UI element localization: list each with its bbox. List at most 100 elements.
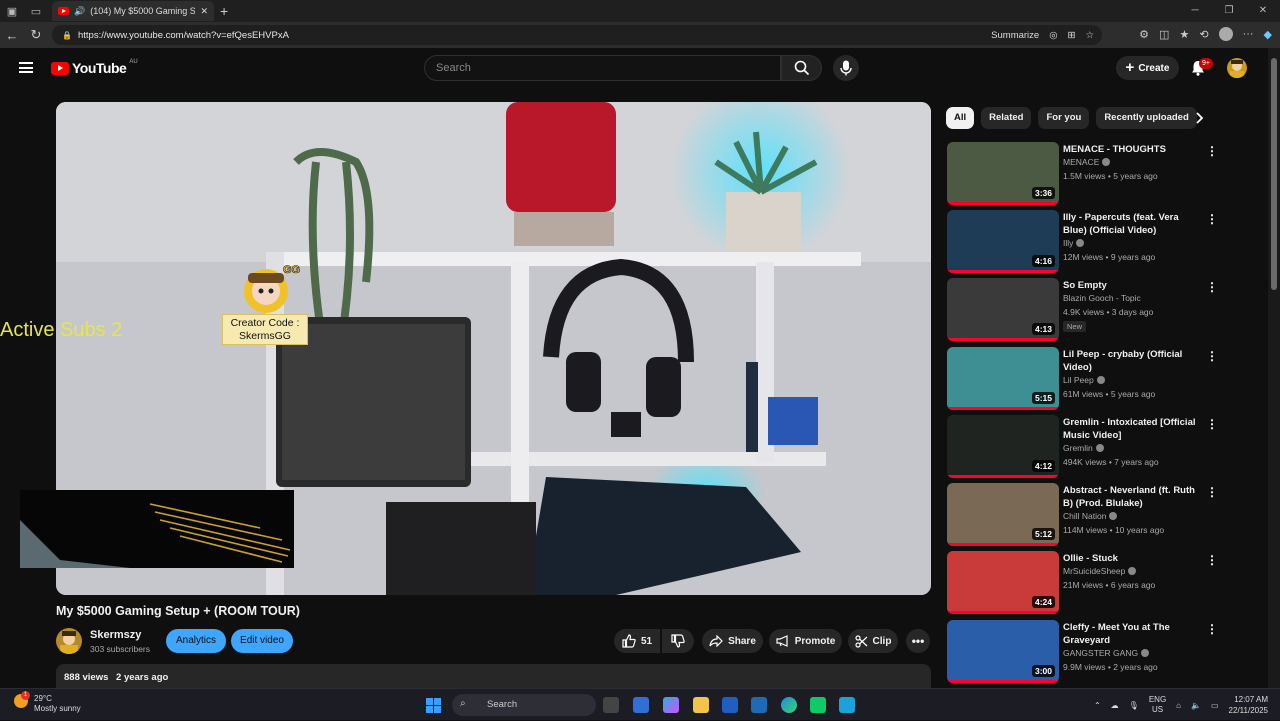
recommendation-item[interactable]: 4:13 So Empty Blazin Gooch - Topic 4.9K vie… <box>947 278 1218 342</box>
file-explorer-icon[interactable] <box>693 697 709 713</box>
more-vertical-icon[interactable]: ⋮ <box>1206 417 1218 431</box>
favorite-star-icon[interactable]: ☆ <box>1085 30 1094 41</box>
video-thumbnail[interactable]: 4:16 <box>947 210 1059 273</box>
create-button[interactable]: + Create <box>1116 56 1179 80</box>
microphone-tray-icon[interactable]: 🎙 <box>1129 701 1139 710</box>
battery-icon[interactable]: ▭ <box>1211 701 1219 710</box>
refresh-icon[interactable]: ↻ <box>24 27 48 43</box>
edit-video-button[interactable]: Edit video <box>231 629 293 653</box>
recommendation-channel[interactable]: Gremlin <box>1063 443 1104 453</box>
more-vertical-icon[interactable]: ⋮ <box>1206 212 1218 226</box>
channel-avatar[interactable] <box>56 628 82 654</box>
recommendation-title[interactable]: Gremlin - Intoxicated [Official Music Vi… <box>1063 416 1201 442</box>
recommendation-channel[interactable]: Blazin Gooch - Topic <box>1063 293 1141 303</box>
chip-related[interactable]: Related <box>981 107 1032 129</box>
back-icon[interactable]: ← <box>0 28 24 43</box>
search-button[interactable] <box>781 55 822 81</box>
analytics-button[interactable]: Analytics <box>166 629 226 653</box>
video-thumbnail[interactable]: 5:15 <box>947 347 1059 410</box>
more-vertical-icon[interactable]: ⋮ <box>1206 349 1218 363</box>
recommendation-channel[interactable]: Illy <box>1063 238 1085 248</box>
tab-actions-icon[interactable]: ▭ <box>24 0 48 22</box>
summarize-button[interactable]: Summarize <box>991 30 1039 41</box>
volume-icon[interactable]: 🔈 <box>1191 701 1201 710</box>
more-vertical-icon[interactable]: ⋮ <box>1206 280 1218 294</box>
youtube-logo[interactable]: YouTube AU <box>51 59 138 76</box>
chip-for-you[interactable]: For you <box>1038 107 1090 129</box>
taskbar-search[interactable]: Search <box>452 694 596 716</box>
address-bar[interactable]: 🔒 https://www.youtube.com/watch?v=efQesE… <box>52 25 1102 45</box>
recommendation-channel[interactable]: GANGSTER GANG <box>1063 648 1150 658</box>
recommendation-item[interactable]: 4:16 Illy - Papercuts (feat. Vera Blue) (… <box>947 210 1218 274</box>
cloud-icon[interactable]: ☁ <box>1111 701 1119 710</box>
recommendation-item[interactable]: 3:36 MENACE - THOUGHTS MENACE 1.5M views • … <box>947 142 1218 206</box>
recommendation-title[interactable]: Lil Peep - crybaby (Official Video) <box>1063 348 1201 374</box>
history-icon[interactable]: ⟲ <box>1199 28 1208 41</box>
extensions-icon[interactable]: ⚙ <box>1139 28 1149 41</box>
recommendation-title[interactable]: Ollie - Stuck <box>1063 552 1201 565</box>
chip-recently-uploaded[interactable]: Recently uploaded <box>1096 107 1197 129</box>
recommendation-title[interactable]: So Empty <box>1063 279 1201 292</box>
more-vertical-icon[interactable]: ⋮ <box>1206 553 1218 567</box>
video-thumbnail[interactable]: 4:12 <box>947 415 1059 478</box>
new-tab-button[interactable]: + <box>220 3 228 19</box>
weather-widget[interactable]: 1 29°C Mostly sunny <box>14 691 81 714</box>
video-thumbnail[interactable]: 3:36 <box>947 142 1059 205</box>
close-window-button[interactable]: ✕ <box>1246 0 1280 22</box>
recommendation-title[interactable]: Illy - Papercuts (feat. Vera Blue) (Offi… <box>1063 211 1201 237</box>
language-indicator[interactable]: ENG US <box>1149 695 1166 715</box>
maximize-button[interactable]: ❐ <box>1212 0 1246 22</box>
video-thumbnail[interactable]: 4:24 <box>947 551 1059 614</box>
recommendation-channel[interactable]: Chill Nation <box>1063 511 1118 521</box>
minimize-button[interactable]: ─ <box>1178 0 1212 22</box>
browser-tab[interactable]: 🔊 (104) My $5000 Gaming Setu ✕ <box>52 1 214 21</box>
more-actions-button[interactable]: ••• <box>906 629 930 653</box>
scrollbar-thumb[interactable] <box>1271 58 1277 290</box>
video-thumbnail[interactable]: 3:00 <box>947 620 1059 683</box>
split-screen-icon[interactable]: ◫ <box>1159 28 1169 41</box>
recommendation-channel[interactable]: MrSuicideSheep <box>1063 566 1137 576</box>
recommendation-item[interactable]: 5:15 Lil Peep - crybaby (Official Video) L… <box>947 347 1218 411</box>
more-vertical-icon[interactable]: ⋮ <box>1206 622 1218 636</box>
like-button[interactable]: 51 <box>614 629 660 653</box>
recommendation-item[interactable]: 5:12 Abstract - Neverland (ft. Ruth B) (P… <box>947 483 1218 547</box>
read-aloud-icon[interactable]: ◎ <box>1049 30 1057 41</box>
user-avatar[interactable] <box>1227 58 1247 78</box>
voice-search-button[interactable] <box>833 55 859 81</box>
copilot-app-icon[interactable] <box>663 697 679 713</box>
network-icon[interactable]: ⌂ <box>1176 701 1181 710</box>
tray-overflow-icon[interactable]: ⌃ <box>1094 701 1101 710</box>
app-icon-blue[interactable] <box>839 697 855 713</box>
recommendation-title[interactable]: Cleffy - Meet You at The Graveyard <box>1063 621 1201 647</box>
close-tab-icon[interactable]: ✕ <box>200 6 208 17</box>
windows-start-icon[interactable] <box>426 698 441 713</box>
recommendation-channel[interactable]: MENACE <box>1063 157 1111 167</box>
promote-button[interactable]: Promote <box>769 629 842 653</box>
photos-icon[interactable] <box>751 697 767 713</box>
workspaces-icon[interactable]: ▣ <box>0 0 24 22</box>
app-available-icon[interactable]: ⊞ <box>1068 30 1076 41</box>
recommendation-item[interactable]: 4:24 Ollie - Stuck MrSuicideSheep 21M views… <box>947 551 1218 615</box>
more-vertical-icon[interactable]: ⋮ <box>1206 485 1218 499</box>
chevron-right-icon[interactable] <box>1192 111 1206 125</box>
video-thumbnail[interactable]: 5:12 <box>947 483 1059 546</box>
recommendation-title[interactable]: Abstract - Neverland (ft. Ruth B) (Prod.… <box>1063 484 1201 510</box>
chip-all[interactable]: All <box>946 107 975 129</box>
more-vertical-icon[interactable]: ⋮ <box>1206 144 1218 158</box>
dislike-button[interactable] <box>662 629 694 653</box>
share-button[interactable]: Share <box>702 629 763 653</box>
recommendation-channel[interactable]: Lil Peep <box>1063 375 1105 385</box>
clock[interactable]: 12:07 AM 22/11/2025 <box>1229 694 1268 716</box>
recommendation-item[interactable]: 3:00 Cleffy - Meet You at The Graveyard GA… <box>947 620 1218 684</box>
app-icon-green[interactable] <box>810 697 826 713</box>
store-icon[interactable] <box>722 697 738 713</box>
clip-button[interactable]: Clip <box>848 629 898 653</box>
hamburger-menu-icon[interactable] <box>19 62 33 73</box>
page-scrollbar[interactable] <box>1268 48 1280 688</box>
favorites-icon[interactable]: ★ <box>1179 28 1189 41</box>
edge-browser-icon[interactable] <box>781 697 797 713</box>
profile-avatar[interactable] <box>1218 27 1233 41</box>
copilot-icon[interactable]: ◆ <box>1264 28 1272 41</box>
video-thumbnail[interactable]: 4:13 <box>947 278 1059 341</box>
task-view-icon[interactable] <box>603 697 619 713</box>
